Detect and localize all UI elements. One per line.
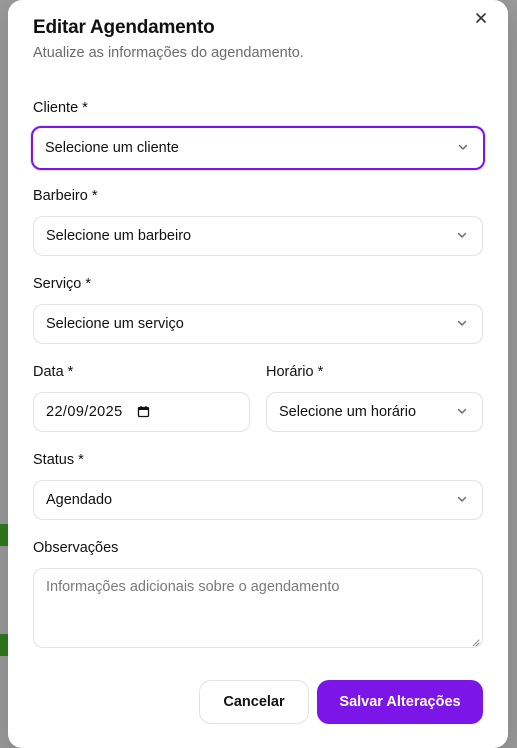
chevron-down-icon [457,141,471,155]
edit-appointment-dialog: Editar Agendamento Atualize as informaçõ… [8,0,508,748]
date-input[interactable]: 22/09/2025 [33,392,250,432]
status-select-value: Agendado [46,492,113,508]
close-button[interactable] [472,11,490,29]
horario-label: Horário * [266,364,324,380]
dialog-title: Editar Agendamento [33,17,215,38]
save-changes-button[interactable]: Salvar Alterações [317,680,483,724]
status-select[interactable]: Agendado [33,480,483,520]
cliente-select-value: Selecione um cliente [45,140,179,156]
close-icon [475,11,487,29]
dialog-subtitle: Atualize as informações do agendamento. [33,45,304,61]
horario-select[interactable]: Selecione um horário [266,392,483,432]
servico-label: Serviço * [33,276,92,292]
chevron-down-icon [456,493,470,507]
status-label: Status * [33,452,84,468]
barbeiro-select-value: Selecione um barbeiro [46,228,192,244]
observacoes-placeholder: Informações adicionais sobre o agendamen… [46,579,340,595]
servico-select[interactable]: Selecione um serviço [33,304,483,344]
horario-select-value: Selecione um horário [279,404,417,420]
resize-handle-icon[interactable] [470,635,480,647]
barbeiro-label: Barbeiro * [33,188,98,204]
date-input-value: 22/09/2025 [46,404,123,420]
chevron-down-icon [456,317,470,331]
cliente-select[interactable]: Selecione um cliente [31,126,485,170]
cliente-label: Cliente * [33,100,88,116]
chevron-down-icon [456,229,470,243]
barbeiro-select[interactable]: Selecione um barbeiro [33,216,483,256]
calendar-icon[interactable] [137,405,151,419]
data-label: Data * [33,364,74,380]
observacoes-textarea[interactable]: Informações adicionais sobre o agendamen… [33,568,483,648]
servico-select-value: Selecione um serviço [46,316,184,332]
observacoes-label: Observações [33,540,119,556]
cancel-button[interactable]: Cancelar [199,680,309,724]
chevron-down-icon [456,405,470,419]
